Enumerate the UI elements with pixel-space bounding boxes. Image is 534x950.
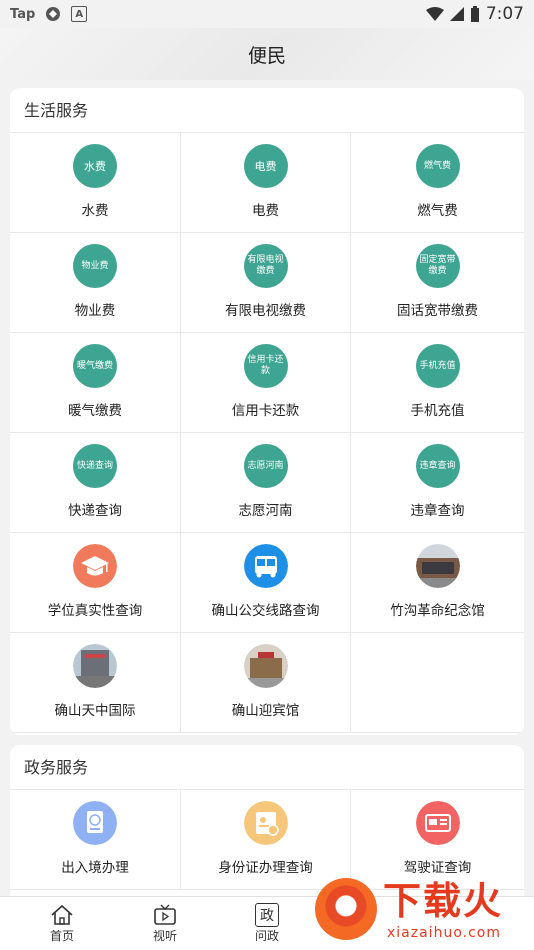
cable-tv-icon: 有限电视缴费 xyxy=(243,244,288,288)
service-label: 确山迎宾馆 xyxy=(231,703,300,719)
service-label: 物业费 xyxy=(74,303,116,319)
tab-label: 问政 xyxy=(254,929,279,943)
bus-icon xyxy=(243,544,288,588)
service-label: 固话宽带缴费 xyxy=(397,303,478,319)
service-memorial-hall[interactable]: 竹沟革命纪念馆 xyxy=(351,533,524,633)
tab-media[interactable]: 视听 xyxy=(135,903,195,944)
volunteer-icon: 志愿河南 xyxy=(243,444,288,488)
service-tianzhong[interactable]: 确山天中国际 xyxy=(10,633,181,733)
service-label: 电费 xyxy=(252,203,279,219)
page-header: 便民 xyxy=(0,28,534,80)
page-title: 便民 xyxy=(247,44,286,67)
service-phone-recharge[interactable]: 手机充值 手机充值 xyxy=(351,333,524,433)
app-notification-icon: A xyxy=(71,6,88,22)
service-heating[interactable]: 暖气缴费 暖气缴费 xyxy=(10,333,181,433)
service-credit-card[interactable]: 信用卡还款 信用卡还款 xyxy=(181,333,351,433)
watermark-logo: 下载火 xiazaihuo.com xyxy=(305,875,534,950)
politics-icon: 政 xyxy=(255,903,279,927)
battery-icon xyxy=(470,6,479,22)
watermark-title: 下载火 xyxy=(383,879,504,923)
id-card-icon xyxy=(243,801,288,845)
electricity-bill-icon: 电费 xyxy=(243,144,288,188)
wifi-icon xyxy=(425,7,444,21)
flame-icon xyxy=(315,878,377,940)
tab-label: 视听 xyxy=(152,929,177,943)
service-volunteer[interactable]: 志愿河南 志愿河南 xyxy=(181,433,351,533)
service-express-query[interactable]: 快递查询 快递查询 xyxy=(10,433,181,533)
status-app-label: Tap xyxy=(10,6,36,22)
service-cable-tv[interactable]: 有限电视缴费 有限电视缴费 xyxy=(181,233,351,333)
service-label: 驾驶证查询 xyxy=(403,860,472,876)
property-fee-icon: 物业费 xyxy=(73,244,117,288)
service-label: 暖气缴费 xyxy=(68,403,122,419)
tab-label: 首页 xyxy=(49,929,74,943)
service-label: 燃气费 xyxy=(417,203,458,219)
service-guesthouse[interactable]: 确山迎宾馆 xyxy=(181,633,351,733)
service-gas-bill[interactable]: 燃气费 燃气费 xyxy=(351,133,524,233)
service-bus-route[interactable]: 确山公交线路查询 xyxy=(181,533,351,633)
service-water-bill[interactable]: 水费 水费 xyxy=(10,133,181,233)
empty-cell xyxy=(351,633,524,733)
phone-recharge-icon: 手机充值 xyxy=(415,344,460,388)
life-services-card: 生活服务 水费 水费 电费 电费 燃气费 燃气费 物业费 物业费 有限电视缴费 有限电视缴… xyxy=(10,88,524,735)
service-label: 竹沟革命纪念馆 xyxy=(390,603,485,619)
service-label: 有限电视缴费 xyxy=(225,303,306,319)
service-passport[interactable]: 出入境办理 xyxy=(10,790,181,890)
heating-icon: 暖气缴费 xyxy=(73,344,117,388)
service-label: 快递查询 xyxy=(68,503,122,519)
tab-home[interactable]: 首页 xyxy=(32,903,92,944)
sync-icon xyxy=(46,7,61,21)
tab-politics[interactable]: 政 问政 xyxy=(237,903,297,944)
service-degree-verify[interactable]: 学位真实性查询 xyxy=(10,533,181,633)
service-label: 学位真实性查询 xyxy=(47,603,143,619)
credit-card-icon: 信用卡还款 xyxy=(243,344,288,388)
section-title: 生活服务 xyxy=(10,88,524,133)
gas-bill-icon: 燃气费 xyxy=(415,144,460,188)
service-label: 志愿河南 xyxy=(238,503,293,519)
section-title: 政务服务 xyxy=(10,745,524,790)
driver-license-icon xyxy=(415,801,460,845)
service-label: 水费 xyxy=(81,203,109,219)
violation-query-icon: 违章查询 xyxy=(415,444,460,488)
tv-icon xyxy=(154,904,176,925)
status-time: 7:07 xyxy=(485,4,524,24)
service-broadband[interactable]: 固定宽带缴费固话宽带缴费 xyxy=(351,233,524,333)
service-label: 身份证办理查询 xyxy=(218,860,313,876)
passport-icon xyxy=(73,801,117,845)
signal-icon xyxy=(449,7,464,21)
status-bar: Tap A 7:07 xyxy=(0,0,534,28)
service-violation-query[interactable]: 违章查询 违章查询 xyxy=(351,433,524,533)
service-property-fee[interactable]: 物业费 物业费 xyxy=(10,233,181,333)
graduation-cap-icon xyxy=(73,544,117,588)
service-label: 信用卡还款 xyxy=(231,403,300,419)
service-electricity-bill[interactable]: 电费 电费 xyxy=(181,133,351,233)
express-query-icon: 快递查询 xyxy=(73,444,117,488)
service-label: 确山公交线路查询 xyxy=(211,603,320,619)
guesthouse-photo-icon xyxy=(243,644,288,688)
watermark-url: xiazaihuo.com xyxy=(387,925,501,941)
service-label: 出入境办理 xyxy=(61,860,129,876)
service-label: 违章查询 xyxy=(410,503,465,519)
water-bill-icon: 水费 xyxy=(73,144,117,188)
home-icon xyxy=(51,904,73,925)
service-label: 确山天中国际 xyxy=(54,703,136,719)
memorial-hall-photo-icon xyxy=(415,544,460,588)
service-label: 手机充值 xyxy=(410,403,465,419)
broadband-icon: 固定宽带缴费 xyxy=(415,244,460,288)
tianzhong-building-photo-icon xyxy=(73,644,117,688)
